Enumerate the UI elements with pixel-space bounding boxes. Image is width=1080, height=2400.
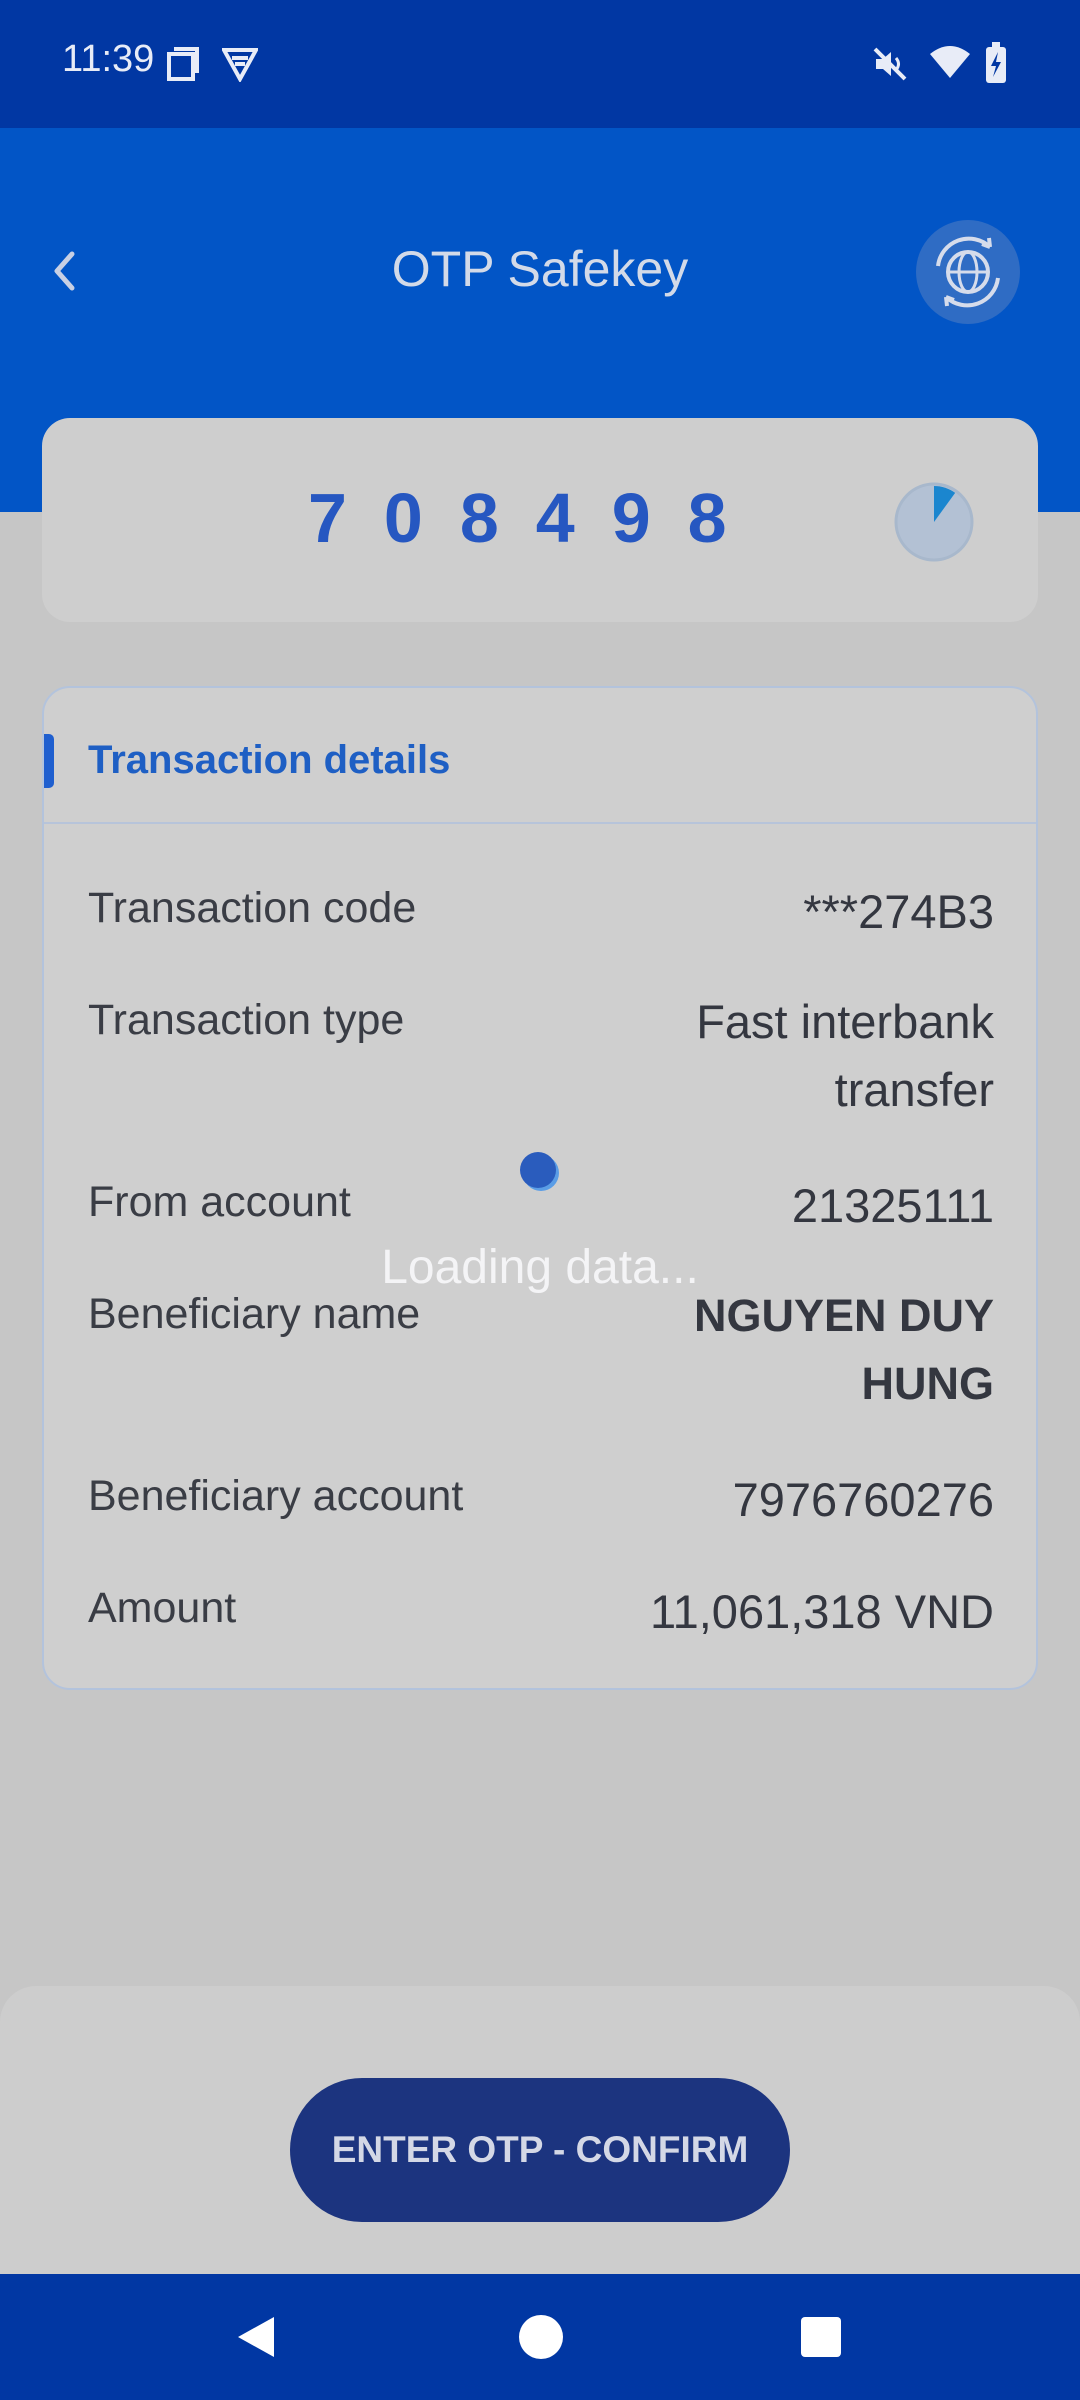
battery-charging-icon [986, 42, 1006, 83]
enter-otp-confirm-button[interactable]: ENTER OTP - CONFIRM [290, 2078, 790, 2222]
loading-spinner [520, 1152, 556, 1188]
otp-card: 708498 [42, 418, 1038, 622]
language-button[interactable] [916, 220, 1020, 324]
globe-refresh-icon [936, 236, 1000, 308]
transaction-type-label: Transaction type [88, 996, 405, 1044]
transaction-type-line1: Fast interbank [696, 995, 994, 1048]
nav-back-icon[interactable] [234, 2314, 280, 2360]
vpn-shield-icon [222, 48, 258, 82]
transaction-code-value: ***274B3 [803, 885, 994, 938]
details-title: Transaction details [88, 738, 451, 782]
amount-label: Amount [88, 1584, 237, 1632]
otp-code: 708498 [308, 479, 764, 557]
beneficiary-account-value: 7976760276 [732, 1473, 994, 1526]
wifi-icon [930, 46, 970, 78]
screenshot-icon [167, 47, 199, 81]
system-nav-bar [0, 2274, 1080, 2400]
transaction-details-card: Transaction details Transaction code ***… [42, 686, 1038, 1690]
status-time: 11:39 [62, 38, 155, 80]
status-bar: 11:39 [0, 0, 1080, 128]
details-header: Transaction details [44, 688, 1036, 824]
mute-icon [873, 47, 907, 81]
beneficiary-name-label: Beneficiary name [88, 1290, 421, 1338]
beneficiary-name-value: NGUYEN DUY HUNG [694, 1282, 994, 1418]
transaction-type-value: Fast interbank transfer [696, 988, 994, 1124]
transaction-type-line2: transfer [834, 1063, 994, 1116]
beneficiary-name-line2: HUNG [861, 1358, 995, 1409]
beneficiary-account-label: Beneficiary account [88, 1472, 464, 1520]
loading-text: Loading data... [381, 1241, 699, 1294]
amount-value: 11,061,318 VND [649, 1585, 994, 1638]
otp-timer-icon [894, 482, 974, 562]
nav-home-icon[interactable] [518, 2314, 564, 2360]
from-account-label: From account [88, 1178, 351, 1226]
from-account-value: 21325111 [791, 1179, 994, 1232]
section-accent-bar [44, 734, 54, 788]
nav-recents-icon[interactable] [800, 2316, 842, 2358]
transaction-code-label: Transaction code [88, 884, 417, 932]
